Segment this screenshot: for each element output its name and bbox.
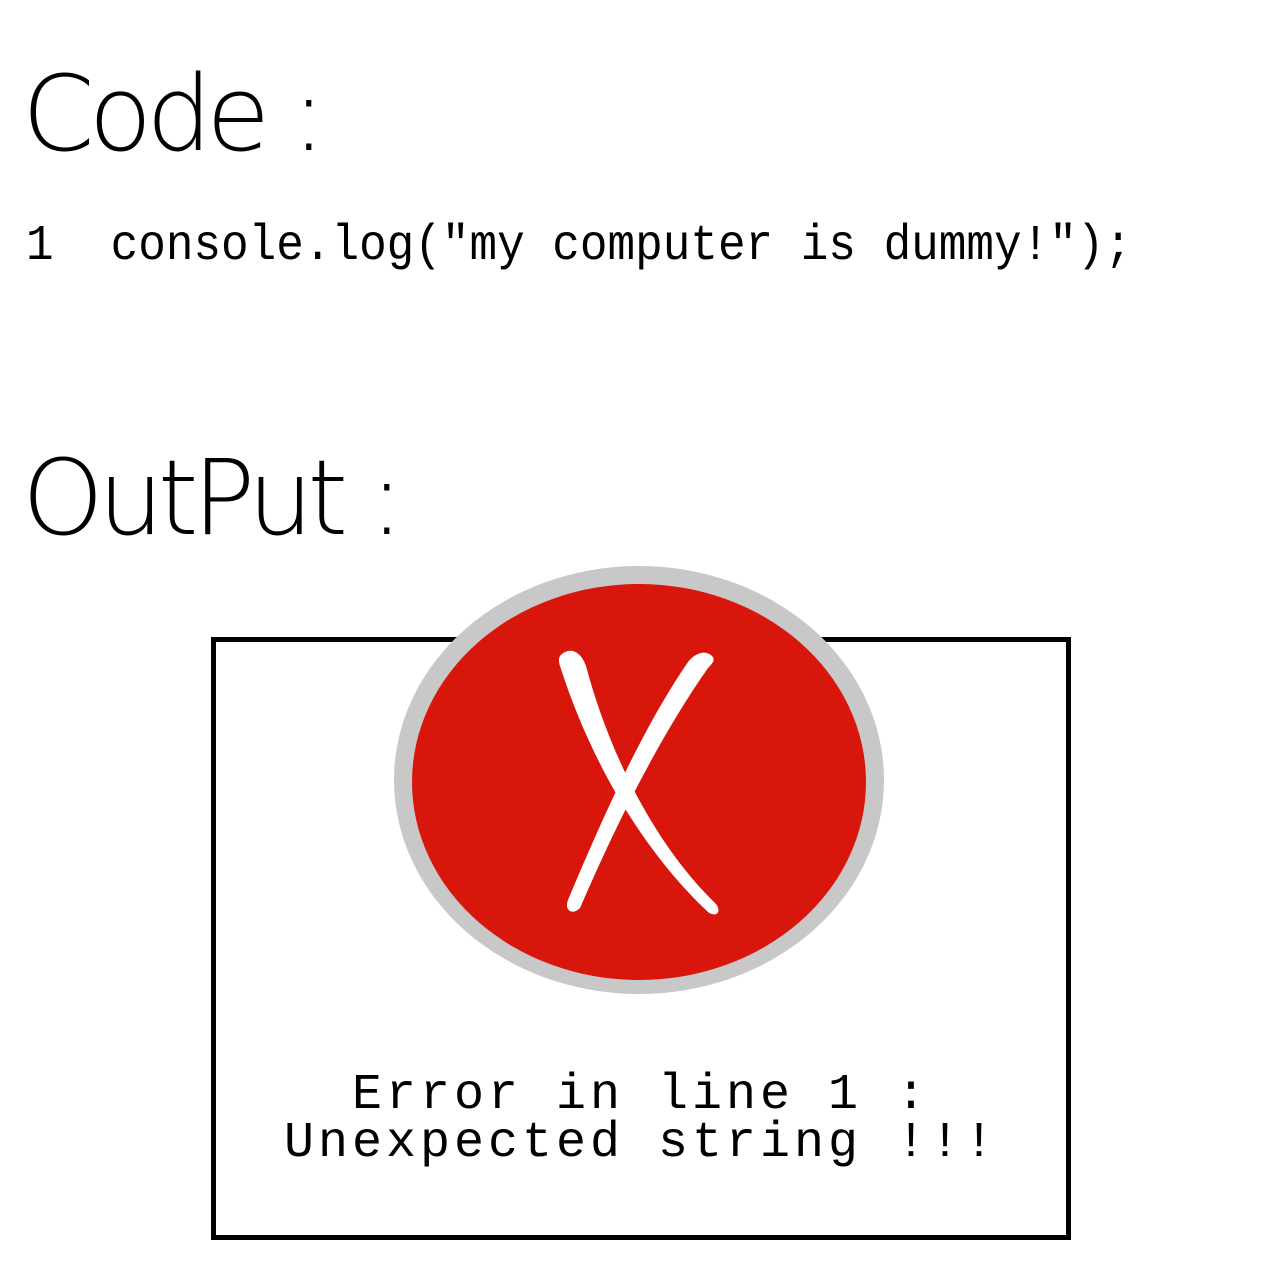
line-number: 1 (26, 218, 54, 275)
output-heading: OutPut : (22, 437, 404, 559)
code-heading: Code : (22, 53, 326, 175)
error-line-1: Error in line 1 : (351, 1067, 931, 1124)
error-line-2: Unexpected string !!! (283, 1115, 999, 1172)
code-text: console.log("my computer is dummy!"); (110, 218, 1133, 275)
page: Code : 1 console.log("my computer is dumm… (0, 0, 1280, 1280)
code-line: 1 console.log("my computer is dummy!"); (26, 222, 1132, 272)
error-x-icon (394, 566, 884, 994)
error-message: Error in line 1 : Unexpected string !!! (216, 1067, 1066, 1172)
